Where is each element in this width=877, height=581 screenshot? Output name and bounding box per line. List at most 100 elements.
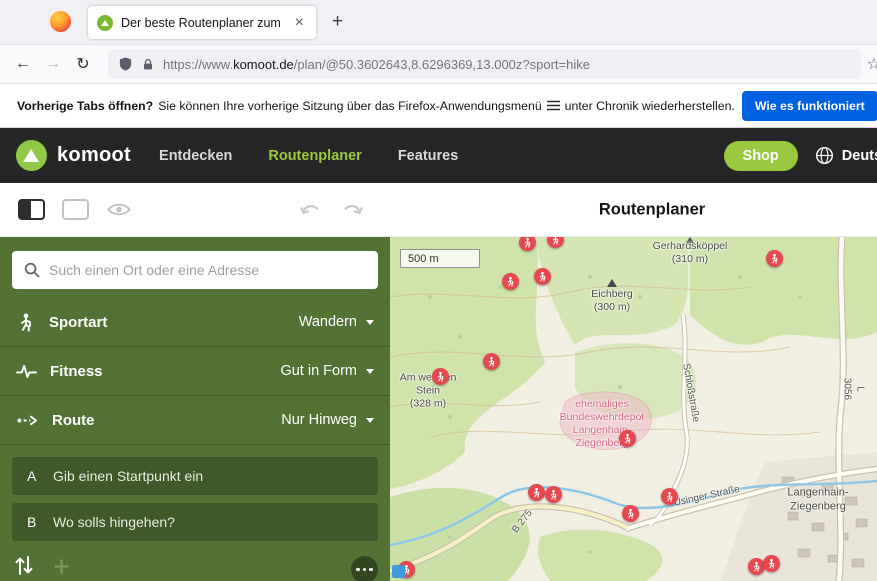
hiker-icon xyxy=(766,558,777,569)
chevron-down-icon xyxy=(366,418,374,423)
forward-button[interactable]: → xyxy=(38,55,68,73)
sport-dropdown[interactable]: Sportart Wandern xyxy=(0,298,390,347)
page-title: Routenplaner xyxy=(599,200,705,219)
url-scheme: https://www. xyxy=(163,57,233,72)
hiker-icon xyxy=(550,237,561,245)
waypoint-letter-a: A xyxy=(27,468,53,484)
hiker-icon xyxy=(486,356,497,367)
hiker-icon xyxy=(751,561,762,572)
site-nav: Entdecken Routenplaner Features xyxy=(159,148,458,164)
url-bar[interactable]: https://www.komoot.de/plan/@50.3602643,8… xyxy=(108,49,861,79)
panel-layout-icon[interactable] xyxy=(62,199,89,220)
back-button[interactable]: ← xyxy=(8,55,38,73)
brand-name: komoot xyxy=(57,144,131,167)
fitness-pulse-icon xyxy=(16,362,37,381)
hiker-icon xyxy=(548,489,559,500)
globe-icon xyxy=(815,146,834,165)
language-button[interactable]: Deutsch xyxy=(815,146,877,165)
destination-input[interactable]: B Wo solls hingehen? xyxy=(12,503,378,541)
map-marker-hiker[interactable] xyxy=(619,430,636,447)
route-dropdown[interactable]: Route Nur Hinweg xyxy=(0,396,390,445)
swap-waypoints-icon[interactable] xyxy=(14,553,34,578)
map-marker-hiker[interactable] xyxy=(622,505,639,522)
bookmark-star-icon[interactable]: ☆ xyxy=(867,54,877,74)
start-point-input[interactable]: A Gib einen Startpunkt ein xyxy=(12,457,378,495)
hiker-icon xyxy=(769,253,780,264)
browser-window: Der beste Routenplaner zum Ra × + ← → ↻ … xyxy=(0,0,877,581)
nav-routenplaner[interactable]: Routenplaner xyxy=(268,148,361,164)
url-domain: komoot.de xyxy=(233,57,294,72)
url-path: /plan/@50.3602643,8.6296369,13.000z?spor… xyxy=(294,57,590,72)
chevron-down-icon xyxy=(366,369,374,374)
eye-icon[interactable] xyxy=(106,201,132,218)
lock-icon[interactable] xyxy=(141,57,155,72)
sport-value: Wandern xyxy=(299,314,357,330)
search-icon xyxy=(24,262,40,278)
undo-icon[interactable] xyxy=(300,201,322,218)
hiker-icon xyxy=(622,433,633,444)
notification-text-bold: Vorherige Tabs öffnen? xyxy=(17,99,153,113)
map-marker-hiker[interactable] xyxy=(545,486,562,503)
notification-text-end: unter Chronik wiederherstellen. xyxy=(565,99,735,113)
map-marker-hiker[interactable] xyxy=(502,273,519,290)
map-poi-blue xyxy=(392,565,405,578)
firefox-icon[interactable] xyxy=(50,11,71,32)
map-marker-hiker[interactable] xyxy=(432,368,449,385)
hiker-icon xyxy=(435,371,446,382)
more-options-button[interactable] xyxy=(351,556,378,581)
navigation-bar: ← → ↻ https://www.komoot.de/plan/@50.360… xyxy=(0,44,877,84)
map-marker-hiker[interactable] xyxy=(528,484,545,501)
new-tab-button[interactable]: + xyxy=(326,9,349,35)
hiker-icon xyxy=(625,508,636,519)
sport-label: Sportart xyxy=(49,314,107,331)
tab-bar: Der beste Routenplaner zum Ra × + xyxy=(0,0,877,44)
add-waypoint-icon[interactable] xyxy=(54,559,69,574)
map-marker-hiker[interactable] xyxy=(661,488,678,505)
shop-button[interactable]: Shop xyxy=(724,141,798,171)
search-input[interactable] xyxy=(49,262,366,278)
planner-toolbar: Routenplaner xyxy=(0,183,877,237)
hiker-icon xyxy=(522,237,533,248)
hiker-icon xyxy=(537,271,548,282)
redo-icon[interactable] xyxy=(341,201,363,218)
header-right: Shop Deutsch xyxy=(724,141,877,171)
url-text: https://www.komoot.de/plan/@50.3602643,8… xyxy=(163,57,590,72)
shield-icon[interactable] xyxy=(118,56,133,72)
map-marker-hiker[interactable] xyxy=(766,250,783,267)
map-canvas[interactable]: 500 m Gerhardsköppel (310 m) Eichberg (3… xyxy=(390,237,877,581)
menu-icon xyxy=(547,100,560,111)
browser-tab[interactable]: Der beste Routenplaner zum Ra × xyxy=(88,6,316,39)
map-marker-hiker[interactable] xyxy=(534,268,551,285)
notification-text: Vorherige Tabs öffnen? Sie können Ihre v… xyxy=(17,99,735,113)
route-label: Route xyxy=(52,412,95,429)
planner-sidebar: Sportart Wandern Fitness Gut in Form Rou… xyxy=(0,237,390,581)
hiker-icon xyxy=(531,487,542,498)
fitness-value: Gut in Form xyxy=(280,363,357,379)
nav-entdecken[interactable]: Entdecken xyxy=(159,148,232,164)
destination-placeholder: Wo solls hingehen? xyxy=(53,514,175,530)
tab-close-icon[interactable]: × xyxy=(292,14,307,32)
map-marker-hiker[interactable] xyxy=(763,555,780,572)
chevron-down-icon xyxy=(366,320,374,325)
sidebar-toggle-icon[interactable] xyxy=(18,199,45,220)
reload-button[interactable]: ↻ xyxy=(68,54,98,74)
site-header: komoot Entdecken Routenplaner Features S… xyxy=(0,128,877,183)
waypoint-letter-b: B xyxy=(27,514,53,530)
komoot-favicon-icon xyxy=(97,15,113,31)
route-value: Nur Hinweg xyxy=(281,412,357,428)
view-toggle-group xyxy=(18,199,132,220)
hiker-icon xyxy=(505,276,516,287)
nav-features[interactable]: Features xyxy=(398,148,458,164)
language-label: Deutsch xyxy=(842,148,877,164)
start-point-placeholder: Gib einen Startpunkt ein xyxy=(53,468,203,484)
map-scale: 500 m xyxy=(400,249,480,268)
hiker-icon xyxy=(664,491,675,502)
map-terrain xyxy=(390,237,877,581)
map-marker-hiker[interactable] xyxy=(483,353,500,370)
session-restore-notification: Vorherige Tabs öffnen? Sie können Ihre v… xyxy=(0,84,877,128)
search-box xyxy=(12,251,378,289)
komoot-logo[interactable]: komoot xyxy=(16,140,131,171)
how-it-works-button[interactable]: Wie es funktioniert xyxy=(742,91,877,121)
fitness-dropdown[interactable]: Fitness Gut in Form xyxy=(0,347,390,396)
fitness-label: Fitness xyxy=(50,363,103,380)
